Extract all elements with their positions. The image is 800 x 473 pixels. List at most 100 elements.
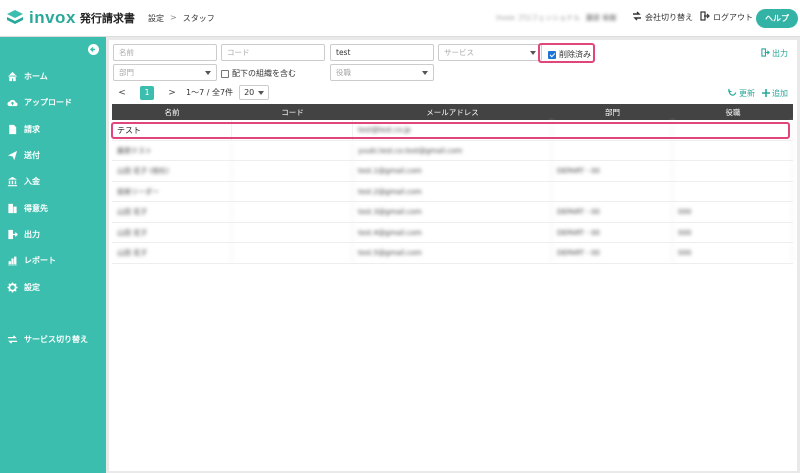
sidebar-item-send[interactable]: 送付 — [0, 145, 106, 165]
next-page-button[interactable]: > — [163, 88, 181, 98]
table-row[interactable]: 山田 花子 (他社) test.1@gmail.com DEPART - 00 — [112, 161, 793, 182]
chevron-down-icon — [422, 71, 428, 75]
search-input[interactable]: test — [330, 44, 434, 61]
department-select[interactable]: 部門 — [113, 64, 217, 81]
highlight-annotation — [538, 43, 595, 63]
app-logo[interactable]: invox 発行請求書 — [6, 8, 135, 28]
user-name: 藤原 裕樹 — [585, 14, 617, 22]
sidebar-item-export[interactable]: 出力 — [0, 224, 106, 244]
breadcrumb: 設定 > スタッフ — [148, 13, 215, 24]
export-icon — [761, 48, 770, 59]
name-filter-input[interactable]: 名前 — [113, 44, 217, 61]
send-icon — [0, 150, 24, 161]
table-row[interactable]: 山田 花子 test.4@gmail.com DEPART - 00 000 — [112, 222, 793, 243]
cell-name: 技術リーダー — [112, 181, 232, 202]
cell-role: 000 — [673, 222, 793, 243]
cell-email: test.5@gmail.com — [353, 243, 552, 264]
staff-list-panel: 名前 コード test サービス 削除済み 出力 部門 配下の組織を含む 役職 … — [109, 40, 797, 471]
add-button[interactable]: 追加 — [762, 88, 788, 99]
plus-icon — [762, 88, 770, 99]
sidebar-item-label: ホーム — [24, 71, 48, 81]
cell-email: test.3@gmail.com — [353, 202, 552, 223]
gear-icon — [0, 281, 24, 293]
logout-button[interactable]: ログアウト — [700, 11, 753, 23]
cell-email: test.4@gmail.com — [353, 222, 552, 243]
prev-page-button[interactable]: < — [113, 88, 131, 98]
column-header-email[interactable]: メールアドレス — [353, 104, 552, 120]
sidebar: ホーム アップロード 請求 送付 入金 得意先 出力 レポート 設定 サービス切… — [0, 37, 106, 473]
role-select[interactable]: 役職 — [330, 64, 434, 81]
column-header-name[interactable]: 名前 — [112, 104, 232, 120]
sidebar-item-label: アップロード — [24, 97, 72, 107]
breadcrumb-separator: > — [170, 13, 177, 22]
cell-email: yuuki.test.co.test@gmail.com — [353, 140, 552, 161]
breadcrumb-current: スタッフ — [182, 14, 215, 23]
top-header: invox 発行請求書 設定 > スタッフ invox プロフェッショナル 藤原 … — [0, 0, 800, 37]
logo-icon — [6, 9, 24, 27]
switch-icon — [0, 334, 24, 345]
cell-code — [232, 222, 353, 243]
cell-code — [232, 181, 353, 202]
chart-icon — [0, 255, 24, 266]
switch-icon — [632, 11, 642, 23]
logout-icon — [700, 11, 710, 23]
page-size-select[interactable]: 20 — [239, 85, 270, 100]
refresh-button[interactable]: 更新 — [728, 88, 755, 99]
help-button[interactable]: ヘルプ — [756, 9, 798, 28]
staff-table-body: テスト test@test.co.jp 藤原テスト yuuki.test.co.… — [112, 120, 793, 264]
department-select-label: 部門 — [119, 68, 134, 77]
table-row[interactable]: 技術リーダー test.2@gmail.com — [112, 181, 793, 202]
sidebar-item-settings[interactable]: 設定 — [0, 277, 106, 297]
add-label: 追加 — [772, 89, 788, 98]
include-sub-label: 配下の組織を含む — [232, 69, 296, 78]
company-name: invox プロフェッショナル — [496, 14, 580, 22]
sidebar-item-label: 得意先 — [24, 203, 48, 213]
sidebar-item-invoice[interactable]: 請求 — [0, 119, 106, 139]
sidebar-item-label: 設定 — [24, 282, 40, 292]
cell-name: 藤原テスト — [112, 140, 232, 161]
table-row[interactable]: 藤原テスト yuuki.test.co.test@gmail.com — [112, 140, 793, 161]
sidebar-item-home[interactable]: ホーム — [0, 66, 106, 86]
sidebar-item-label: 入金 — [24, 176, 40, 186]
cell-code — [232, 161, 353, 182]
sidebar-item-label: レポート — [24, 255, 56, 265]
cell-role — [673, 161, 793, 182]
collapse-sidebar-button[interactable] — [88, 44, 99, 55]
pagination: < 1 > 1〜7 / 全7件 20 — [113, 85, 270, 100]
building-icon — [0, 203, 24, 214]
include-sub-checkbox[interactable]: 配下の組織を含む — [221, 68, 296, 79]
export-link[interactable]: 出力 — [761, 48, 788, 59]
switch-company-button[interactable]: 会社切り替え — [632, 11, 693, 23]
export-label: 出力 — [772, 49, 788, 58]
current-page-button[interactable]: 1 — [140, 85, 154, 100]
cell-name: 山田 花子 — [112, 222, 232, 243]
table-row[interactable]: 山田 花子 test.3@gmail.com DEPART - 00 000 — [112, 202, 793, 223]
cell-email: test.1@gmail.com — [353, 161, 552, 182]
cell-code — [232, 140, 353, 161]
sidebar-item-report[interactable]: レポート — [0, 250, 106, 270]
sidebar-item-customers[interactable]: 得意先 — [0, 198, 106, 218]
bank-icon — [0, 176, 24, 187]
role-select-label: 役職 — [336, 68, 351, 77]
logout-label: ログアウト — [713, 12, 753, 22]
sidebar-item-payment[interactable]: 入金 — [0, 171, 106, 191]
breadcrumb-parent[interactable]: 設定 — [148, 13, 164, 24]
sidebar-item-label: 出力 — [24, 229, 40, 239]
table-row[interactable]: 山田 花子 test.5@gmail.com DEPART - 00 000 — [112, 243, 793, 264]
page-info: 1〜7 / 全7件 — [186, 88, 234, 97]
sidebar-item-upload[interactable]: アップロード — [0, 92, 106, 112]
export-icon — [0, 229, 24, 240]
cell-code — [232, 243, 353, 264]
column-header-code[interactable]: コード — [232, 104, 353, 120]
brand-name: invox — [29, 8, 76, 27]
cell-department — [552, 140, 673, 161]
column-header-role[interactable]: 役職 — [673, 104, 793, 120]
service-select[interactable]: サービス — [438, 44, 542, 61]
cell-name: 山田 花子 — [112, 243, 232, 264]
cell-role — [673, 181, 793, 202]
column-header-department[interactable]: 部門 — [552, 104, 673, 120]
sidebar-item-service-switch[interactable]: サービス切り替え — [0, 329, 106, 349]
page-size-value: 20 — [244, 88, 255, 97]
code-filter-input[interactable]: コード — [221, 44, 325, 61]
row-highlight-annotation — [111, 122, 790, 139]
